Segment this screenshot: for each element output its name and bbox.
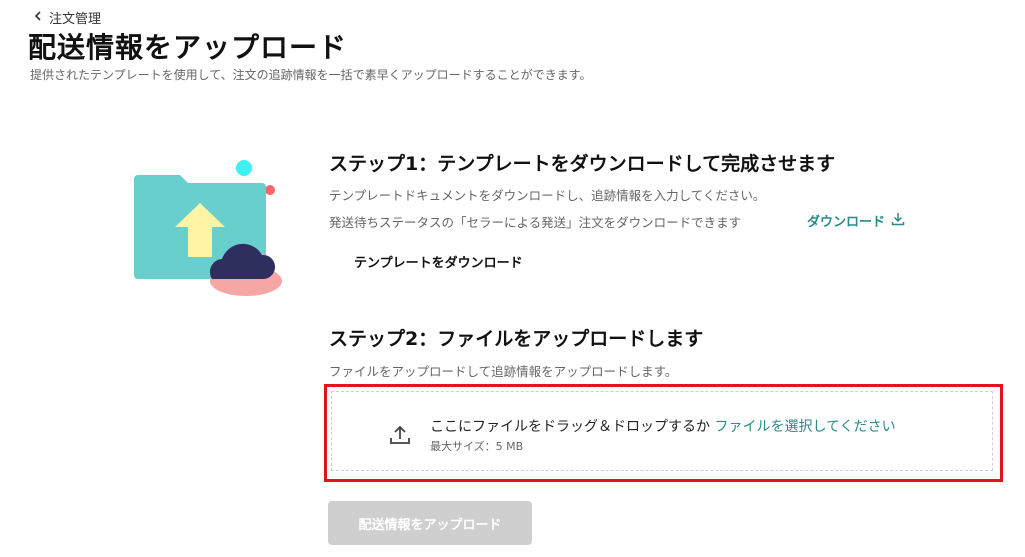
upload-shipping-info-button[interactable]: 配送情報をアップロード	[328, 501, 532, 545]
chevron-left-icon	[33, 10, 43, 25]
max-file-size: 最大サイズ：5 MB	[430, 440, 524, 453]
page-subtitle: 提供されたテンプレートを使用して、注文の追跡情報を一括で素早くアップロードするこ…	[30, 68, 592, 82]
download-template-link[interactable]: テンプレートをダウンロード	[354, 252, 523, 271]
breadcrumb-back[interactable]: 注文管理	[33, 8, 101, 27]
select-file-link[interactable]: ファイルを選択してください	[714, 419, 895, 435]
download-link-label: ダウンロード	[807, 215, 886, 230]
download-link[interactable]: ダウンロード	[807, 211, 905, 230]
step1-title: ステップ1：テンプレートをダウンロードして完成させます	[329, 153, 836, 175]
page-title: 配送情報をアップロード	[28, 31, 348, 64]
download-icon	[891, 212, 905, 230]
dropzone-text: ここにファイルをドラッグ＆ドロップするか ファイルを選択してください	[430, 416, 896, 436]
breadcrumb-label: 注文管理	[49, 12, 102, 27]
step2-title: ステップ2：ファイルをアップロードします	[329, 328, 704, 350]
step1-description-status: 発送待ちステータスの「セラーによる発送」注文をダウンロードできます	[329, 215, 742, 230]
upload-icon	[390, 425, 410, 444]
dropzone-instruction: ここにファイルをドラッグ＆ドロップするか	[430, 419, 710, 435]
red-dot	[265, 185, 275, 195]
folder-upload-illustration	[134, 160, 282, 296]
step1-description: テンプレートドキュメントをダウンロードし、追跡情報を入力してください。	[329, 188, 766, 203]
cyan-dot	[236, 160, 252, 176]
step2-description: ファイルをアップロードして追跡情報をアップロードします。	[329, 364, 678, 379]
